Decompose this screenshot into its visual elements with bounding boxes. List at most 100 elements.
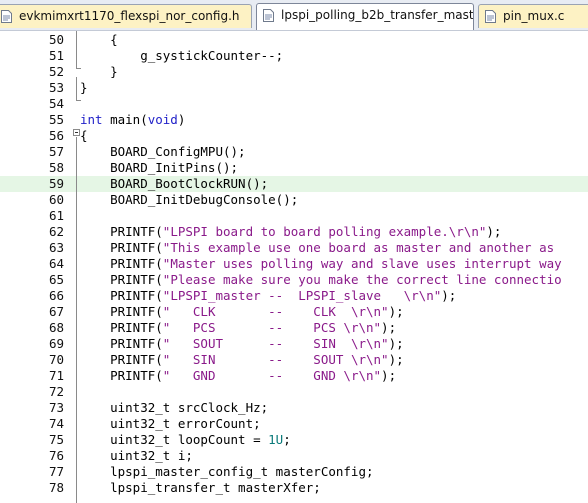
code-text: PRINTF(" GND -- GND \r\n"); — [80, 368, 396, 384]
code-line[interactable]: 55 int main(void) — [0, 112, 588, 128]
code-token: " GND -- GND \r\n" — [162, 368, 382, 383]
code-text: PRINTF(" CLK -- CLK \r\n"); — [80, 304, 404, 320]
code-text: } — [80, 80, 88, 96]
code-line[interactable]: 73 uint32_t srcClock_Hz; — [0, 400, 588, 416]
line-number: 76 — [48, 448, 64, 463]
code-line[interactable]: 58 BOARD_InitPins(); — [0, 160, 588, 176]
code-text: PRINTF("Master uses polling way and slav… — [80, 256, 562, 272]
line-number: 62 — [48, 224, 64, 239]
code-line[interactable]: 51 g_systickCounter--; — [0, 48, 588, 64]
line-number: 67 — [48, 304, 64, 319]
code-text: PRINTF("LPSPI board to board polling exa… — [80, 224, 501, 240]
line-number: 65 — [48, 272, 64, 287]
code-line[interactable]: 77 lpspi_master_config_t masterConfig; — [0, 464, 588, 480]
line-number: 61 — [48, 208, 64, 223]
code-token: uint32_t srcClock_Hz; — [80, 400, 269, 415]
code-line[interactable]: 78 lpspi_transfer_t masterXfer; — [0, 480, 588, 496]
code-line[interactable]: 67 PRINTF(" CLK -- CLK \r\n"); — [0, 304, 588, 320]
line-number: 75 — [48, 432, 64, 447]
code-token: PRINTF( — [80, 272, 163, 287]
code-token: ); — [381, 368, 397, 383]
code-token: " PCS -- PCS \r\n" — [162, 320, 382, 335]
code-line[interactable]: 60 BOARD_InitDebugConsole(); — [0, 192, 588, 208]
line-number: 73 — [48, 400, 64, 415]
code-text: int main(void) — [80, 112, 185, 128]
code-token: } — [80, 64, 118, 79]
code-line[interactable]: 50 { — [0, 32, 588, 48]
code-token: " SOUT -- SIN \r\n" — [162, 336, 389, 351]
code-line[interactable]: 64 PRINTF("Master uses polling way and s… — [0, 256, 588, 272]
source-file-icon — [263, 9, 274, 22]
code-line[interactable]: 69 PRINTF(" SOUT -- SIN \r\n"); — [0, 336, 588, 352]
code-token: void — [147, 112, 178, 127]
code-token: ); — [388, 304, 404, 319]
code-line[interactable]: 63 PRINTF("This example use one board as… — [0, 240, 588, 256]
code-line[interactable]: 66 PRINTF("LPSPI_master -- LPSPI_slave \… — [0, 288, 588, 304]
code-token: BOARD_InitPins(); — [80, 160, 239, 175]
code-line[interactable]: 68 PRINTF(" PCS -- PCS \r\n"); — [0, 320, 588, 336]
code-token: PRINTF( — [80, 288, 163, 303]
code-token: int — [80, 112, 103, 127]
code-line[interactable]: 75 uint32_t loopCount = 1U; — [0, 432, 588, 448]
line-number: 63 — [48, 240, 64, 255]
code-token: "LPSPI board to board polling example.\r… — [162, 224, 487, 239]
tab-flexspi-nor-config[interactable]: evkmimxrt1170_flexspi_nor_config.h — [0, 4, 252, 28]
code-token: ) — [177, 112, 186, 127]
code-line[interactable]: 72 — [0, 384, 588, 400]
line-number: 70 — [48, 352, 64, 367]
code-token: PRINTF( — [80, 336, 163, 351]
tab-label: pin_mux.c — [503, 9, 565, 23]
editor-tab-bar: evkmimxrt1170_flexspi_nor_config.h lpspi… — [0, 0, 588, 31]
code-editor[interactable]: 50 {51 g_systickCounter--; 52 } 53} 54 55 int… — [0, 31, 588, 503]
line-number: 69 — [48, 336, 64, 351]
line-number: 56 — [48, 128, 64, 143]
code-token: PRINTF( — [80, 368, 163, 383]
code-token: " SIN -- SOUT \r\n" — [162, 352, 389, 367]
code-line[interactable]: 74 uint32_t errorCount; — [0, 416, 588, 432]
line-number: 52 — [48, 64, 64, 79]
code-line[interactable]: 54 — [0, 96, 588, 112]
fold-toggle-icon[interactable] — [73, 129, 80, 136]
code-token: PRINTF( — [80, 320, 163, 335]
code-line[interactable]: 76 uint32_t i; — [0, 448, 588, 464]
code-line[interactable]: 57 BOARD_ConfigMPU(); — [0, 144, 588, 160]
code-token: main( — [102, 112, 148, 127]
code-token: lpspi_master_config_t masterConfig; — [80, 464, 374, 479]
code-token: { — [80, 32, 118, 47]
code-line[interactable]: 56 { — [0, 128, 588, 144]
line-number: 59 — [48, 176, 64, 191]
code-text: PRINTF("This example use one board as ma… — [80, 240, 554, 256]
code-line[interactable]: 62 PRINTF("LPSPI board to board polling … — [0, 224, 588, 240]
code-line[interactable]: 71 PRINTF(" GND -- GND \r\n"); — [0, 368, 588, 384]
code-token: uint32_t loopCount = — [80, 432, 269, 447]
code-token: ); — [381, 320, 397, 335]
line-number: 55 — [48, 112, 64, 127]
code-token: lpspi_transfer_t masterXfer; — [80, 480, 321, 495]
code-line[interactable]: 70 PRINTF(" SIN -- SOUT \r\n"); — [0, 352, 588, 368]
code-token: uint32_t errorCount; — [80, 416, 261, 431]
code-line[interactable]: 53} — [0, 80, 588, 96]
line-number: 77 — [48, 464, 64, 479]
line-number: 74 — [48, 416, 64, 431]
code-line[interactable]: 59 BOARD_BootClockRUN(); — [0, 176, 588, 192]
code-token: "LPSPI_master -- LPSPI_slave \r\n" — [162, 288, 442, 303]
code-line[interactable]: 52 } — [0, 64, 588, 80]
code-text: PRINTF(" SIN -- SOUT \r\n"); — [80, 352, 404, 368]
code-text: BOARD_BootClockRUN(); — [80, 176, 268, 192]
code-token: ; — [283, 432, 291, 447]
code-text: uint32_t errorCount; — [80, 416, 261, 432]
code-text: g_systickCounter--; — [80, 48, 283, 64]
tab-lpspi-master[interactable]: lpspi_polling_b2b_transfer_master.c — [256, 3, 474, 30]
tab-pin-mux[interactable]: pin_mux.c — [478, 4, 588, 28]
code-text: uint32_t srcClock_Hz; — [80, 400, 268, 416]
code-token: "Master uses polling way and slave uses … — [162, 256, 562, 271]
code-token: 1U — [268, 432, 284, 447]
code-line[interactable]: 65 PRINTF("Please make sure you make the… — [0, 272, 588, 288]
code-text: PRINTF(" SOUT -- SIN \r\n"); — [80, 336, 404, 352]
code-token: { — [80, 128, 88, 143]
code-text: BOARD_InitPins(); — [80, 160, 238, 176]
code-line[interactable]: 61 — [0, 208, 588, 224]
code-text: PRINTF(" PCS -- PCS \r\n"); — [80, 320, 396, 336]
code-token: ); — [441, 288, 457, 303]
code-token: PRINTF( — [80, 256, 163, 271]
